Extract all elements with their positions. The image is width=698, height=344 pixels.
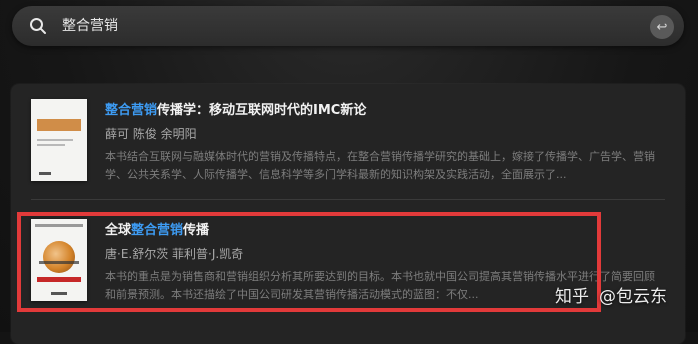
- result-description: 本书结合互联网与融媒体时代的营销及传播特点，在整合营销传播学研究的基础上，嫁接了…: [105, 150, 655, 181]
- result-item[interactable]: 整合营销传播学：移动互联网时代的IMC新论 薛可 陈俊 余明阳 本书结合互联网与…: [11, 94, 685, 204]
- search-bar[interactable]: 整合营销 ↩: [12, 6, 684, 46]
- return-button[interactable]: ↩: [650, 15, 674, 39]
- book-cover: [31, 219, 87, 301]
- book-cover: [31, 99, 87, 181]
- title-highlight: 整合营销: [105, 103, 158, 118]
- watermark: 知乎 @包云东: [555, 287, 667, 307]
- return-icon: ↩: [656, 19, 668, 35]
- search-icon: [30, 18, 46, 34]
- result-title[interactable]: 全球整合营销传播: [105, 222, 209, 240]
- result-authors: 唐·E.舒尔茨 菲利普·J.凯奇: [105, 247, 244, 261]
- result-authors: 薛可 陈俊 余明阳: [105, 127, 197, 141]
- divider: [31, 199, 665, 200]
- result-title[interactable]: 整合营销传播学：移动互联网时代的IMC新论: [105, 102, 366, 120]
- search-input[interactable]: 整合营销: [62, 17, 118, 35]
- title-highlight: 整合营销: [131, 223, 184, 238]
